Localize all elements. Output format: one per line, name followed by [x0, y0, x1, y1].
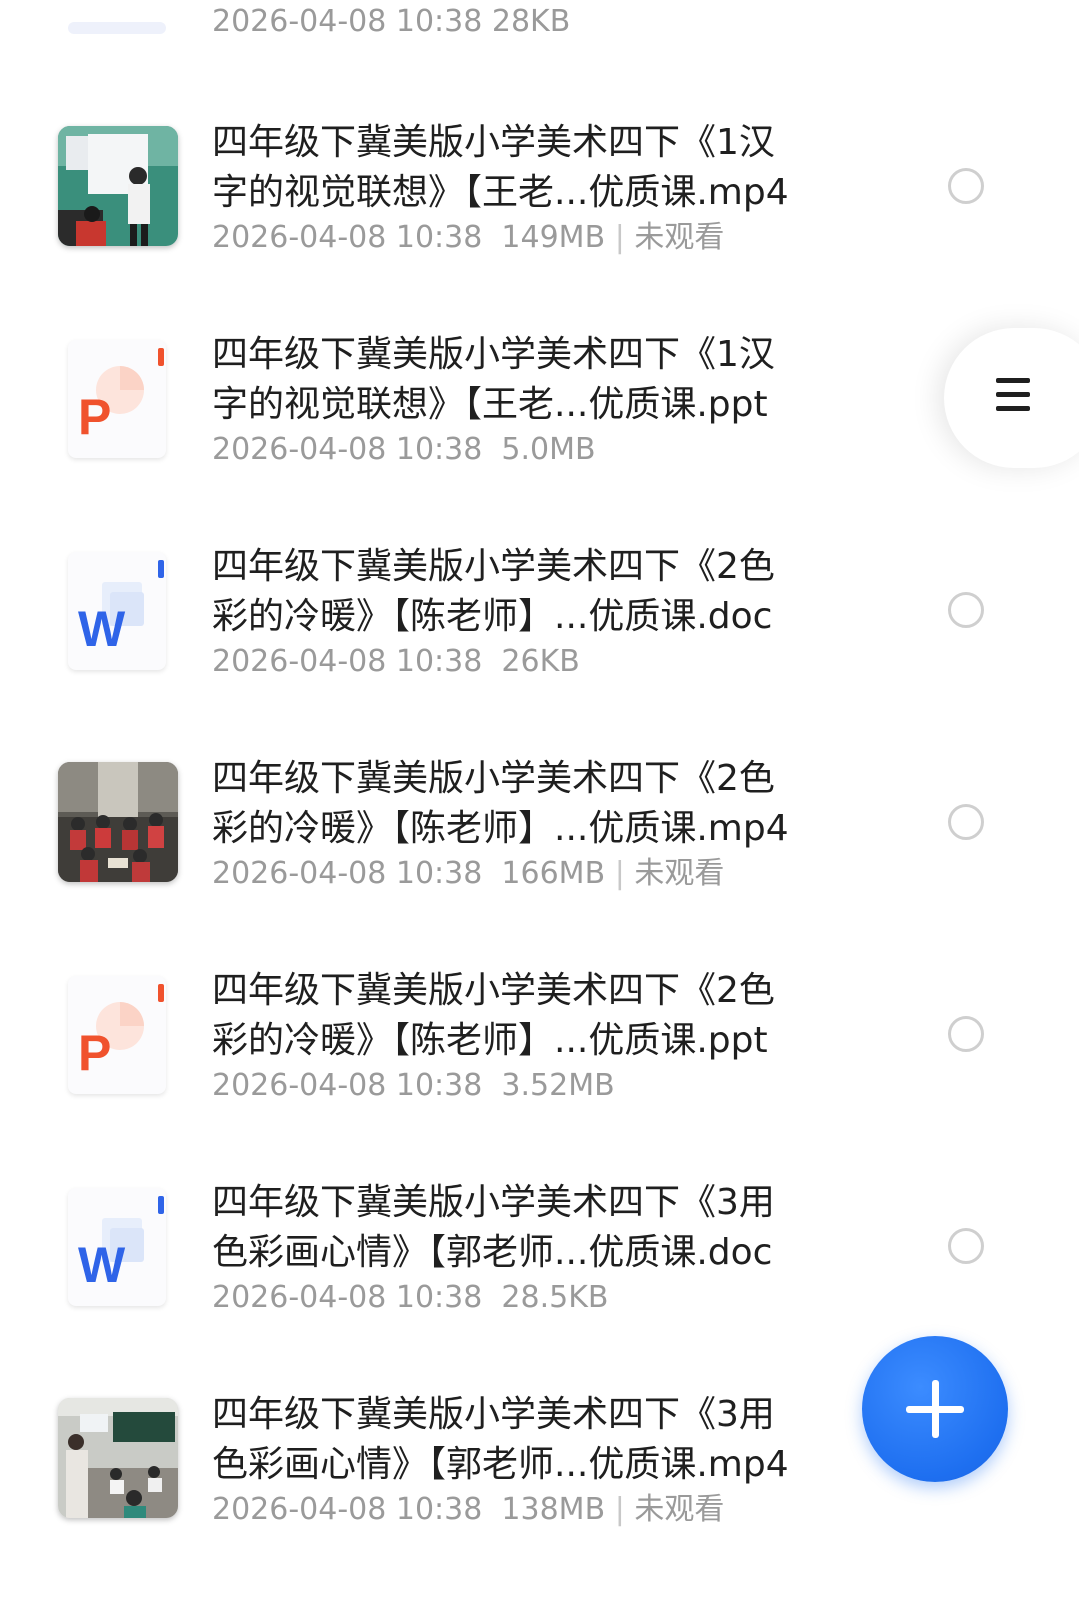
file-corner-mark	[158, 984, 164, 1002]
ppt-file-icon: P	[68, 976, 166, 1094]
list-item[interactable]: P 四年级下冀美版小学美术四下《1汉 字的视觉联想》【王老...优质课.ppt …	[0, 292, 1079, 504]
file-corner-mark	[158, 348, 164, 366]
file-corner-mark	[158, 1196, 164, 1214]
file-title: 四年级下冀美版小学美术四下《2色 彩的冷暖》【陈老师】...优质课.mp4	[212, 758, 789, 849]
file-title: 四年级下冀美版小学美术四下《3用 色彩画心情》【郭老师...优质课.mp4	[212, 1394, 789, 1485]
file-meta: 2026-04-08 10:38 166MB | 未观看	[212, 856, 725, 891]
file-meta: 2026-04-08 10:38 28KB	[212, 4, 571, 39]
file-thumbnail	[68, 22, 166, 34]
file-meta: 2026-04-08 10:38 28.5KB	[212, 1280, 609, 1315]
hamburger-menu-icon[interactable]	[996, 378, 1030, 412]
partial-list-item[interactable]: 2026-04-08 10:38 28KB	[0, 0, 1079, 40]
select-radio[interactable]	[948, 1016, 984, 1052]
file-title: 四年级下冀美版小学美术四下《3用 色彩画心情》【郭老师...优质课.doc	[212, 1182, 775, 1273]
list-item[interactable]: P 四年级下冀美版小学美术四下《2色 彩的冷暖》【陈老师】...优质课.ppt …	[0, 928, 1079, 1140]
video-thumbnail	[58, 762, 178, 882]
file-meta: 2026-04-08 10:38 3.52MB	[212, 1068, 615, 1103]
file-meta: 2026-04-08 10:38 149MB | 未观看	[212, 220, 725, 255]
select-radio[interactable]	[948, 1228, 984, 1264]
ppt-file-icon: P	[68, 340, 166, 458]
list-item[interactable]: 四年级下冀美版小学美术四下《2色 彩的冷暖》【陈老师】...优质课.mp4 20…	[0, 716, 1079, 928]
word-file-icon: W	[68, 552, 166, 670]
file-title: 四年级下冀美版小学美术四下《1汉 字的视觉联想》【王老...优质课.ppt	[212, 334, 775, 425]
file-meta: 2026-04-08 10:38 5.0MB	[212, 432, 596, 467]
video-thumbnail	[58, 1398, 178, 1518]
add-button[interactable]	[862, 1336, 1008, 1482]
video-thumbnail	[58, 126, 178, 246]
list-item[interactable]: W 四年级下冀美版小学美术四下《2色 彩的冷暖》【陈老师】...优质课.doc …	[0, 504, 1079, 716]
file-meta: 2026-04-08 10:38 138MB | 未观看	[212, 1492, 725, 1527]
side-menu-handle[interactable]	[944, 328, 1079, 468]
word-file-icon: W	[68, 1188, 166, 1306]
select-radio[interactable]	[948, 592, 984, 628]
list-item[interactable]: W 四年级下冀美版小学美术四下《3用 色彩画心情》【郭老师...优质课.doc …	[0, 1140, 1079, 1352]
file-corner-mark	[158, 560, 164, 578]
file-title: 四年级下冀美版小学美术四下《2色 彩的冷暖》【陈老师】...优质课.doc	[212, 546, 775, 637]
list-item[interactable]: 四年级下冀美版小学美术四下《1汉 字的视觉联想》【王老...优质课.mp4 20…	[0, 80, 1079, 292]
file-meta: 2026-04-08 10:38 26KB	[212, 644, 580, 679]
select-radio[interactable]	[948, 804, 984, 840]
file-title: 四年级下冀美版小学美术四下《2色 彩的冷暖》【陈老师】...优质课.ppt	[212, 970, 775, 1061]
file-title: 四年级下冀美版小学美术四下《1汉 字的视觉联想》【王老...优质课.mp4	[212, 122, 789, 213]
select-radio[interactable]	[948, 168, 984, 204]
